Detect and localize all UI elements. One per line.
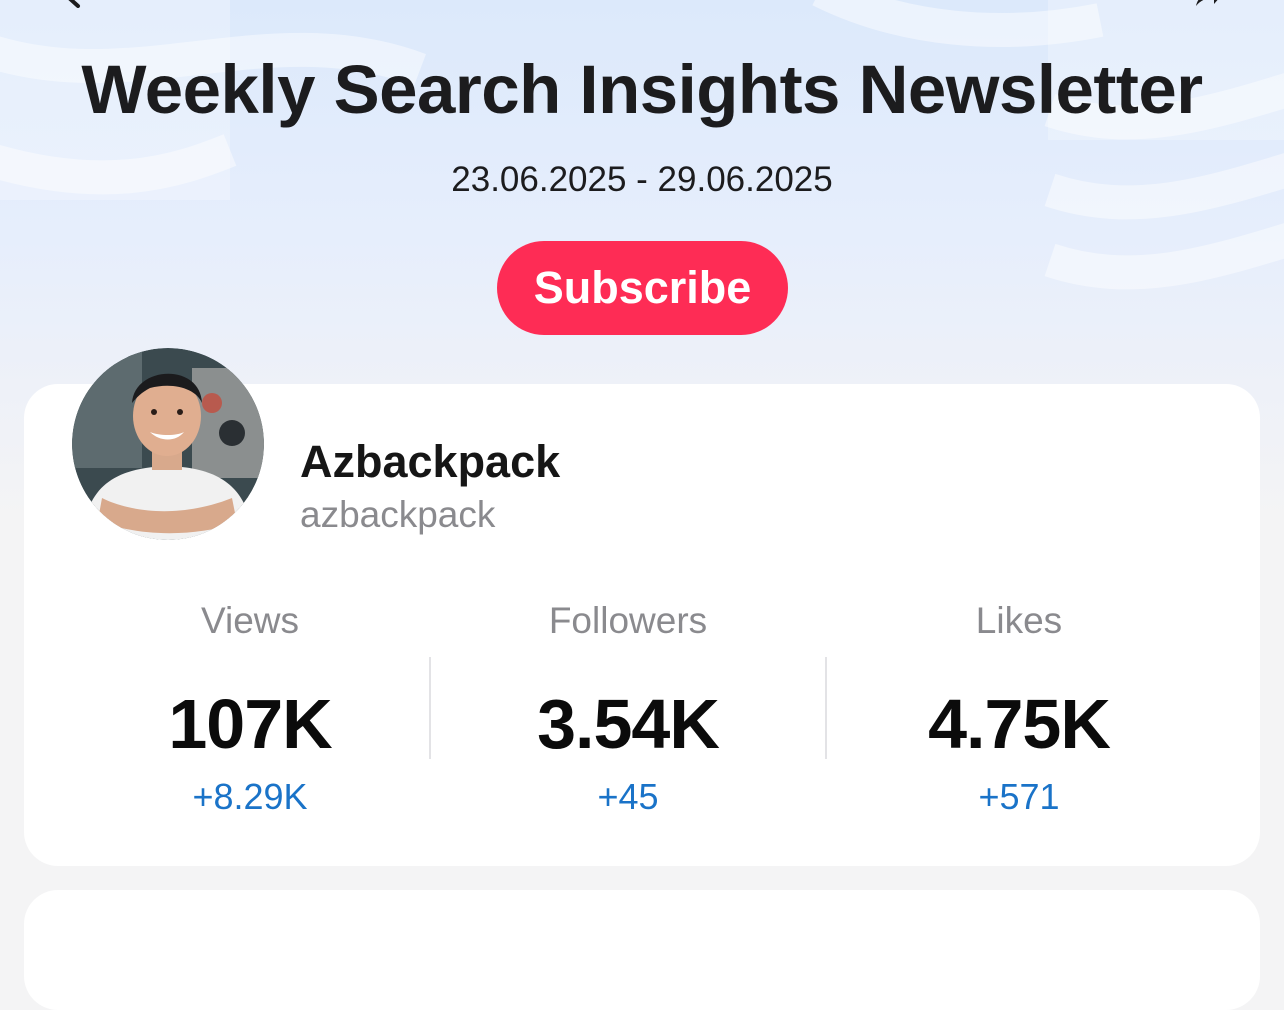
- stat-views-label: Views: [200, 600, 300, 641]
- stat-views: Views 107K +8.29K: [50, 600, 450, 818]
- stat-views-value: 107K: [168, 685, 332, 763]
- profile-username: azbackpack: [300, 494, 496, 535]
- avatar[interactable]: [72, 348, 264, 540]
- user-avatar-icon: [72, 348, 264, 540]
- stat-likes-value: 4.75K: [928, 685, 1111, 763]
- stat-followers-delta: +45: [597, 776, 659, 817]
- stat-likes-label: Likes: [975, 600, 1063, 641]
- page-title: Weekly Search Insights Newsletter: [81, 51, 1203, 128]
- profile-display-name: Azbackpack: [300, 436, 561, 487]
- date-range: 23.06.2025 - 29.06.2025: [451, 160, 833, 199]
- stat-followers-label: Followers: [548, 600, 708, 641]
- stat-likes-delta: +571: [978, 776, 1060, 817]
- subscribe-button[interactable]: Subscribe: [497, 241, 788, 335]
- stat-followers: Followers 3.54K +45: [428, 600, 828, 818]
- stat-followers-value: 3.54K: [537, 685, 720, 763]
- stat-views-delta: +8.29K: [192, 776, 308, 817]
- chevron-left-icon[interactable]: [62, 0, 84, 8]
- stat-likes: Likes 4.75K +571: [819, 600, 1219, 818]
- share-arrow-icon[interactable]: [1192, 0, 1222, 10]
- next-card: [24, 890, 1260, 1010]
